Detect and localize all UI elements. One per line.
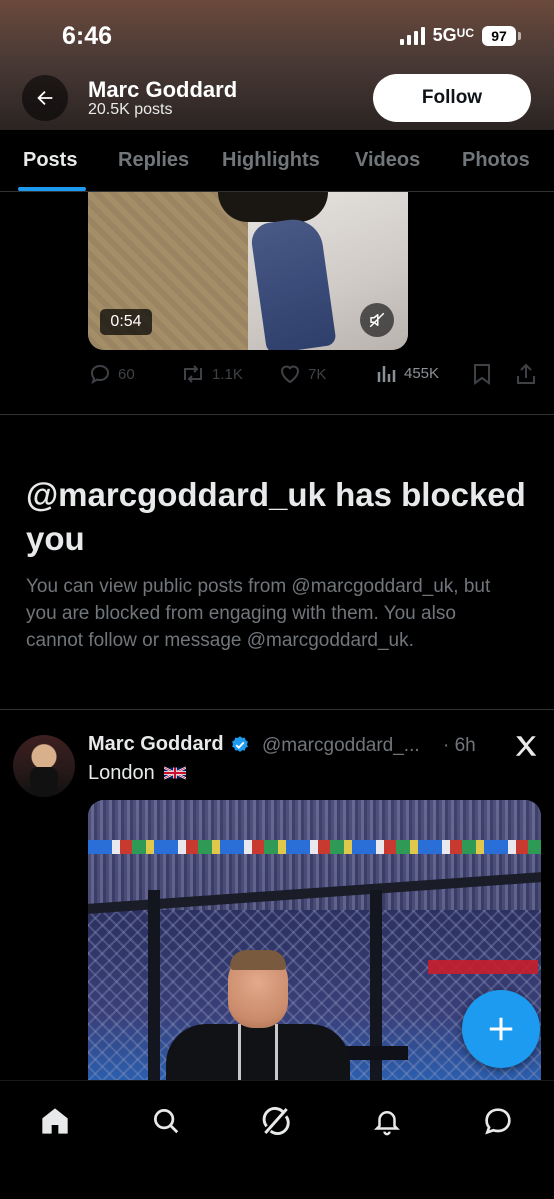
bookmark-icon bbox=[474, 364, 490, 385]
views-count: 455K bbox=[404, 364, 440, 382]
blocked-title: @marcgoddard_uk has blocked you bbox=[26, 476, 526, 557]
tab-highlights[interactable]: Highlights bbox=[222, 149, 320, 172]
messages-icon bbox=[485, 1108, 511, 1135]
tab-posts[interactable]: Posts bbox=[23, 149, 77, 172]
mute-button[interactable] bbox=[360, 303, 394, 337]
like-button[interactable]: 7K bbox=[278, 362, 326, 386]
share-icon bbox=[517, 363, 535, 384]
notifications-icon bbox=[373, 1111, 401, 1136]
repost-button[interactable]: 1.1K bbox=[180, 362, 243, 386]
post-author-name: Marc Goddard bbox=[88, 733, 224, 755]
home-icon bbox=[42, 1108, 68, 1134]
heart-icon bbox=[280, 365, 300, 384]
avatar[interactable] bbox=[13, 735, 75, 797]
speaker-muted-icon bbox=[369, 312, 385, 328]
profile-tabs: Posts Replies Highlights Videos Photos bbox=[0, 130, 554, 192]
profile-name: Marc Goddard bbox=[88, 77, 238, 102]
profile-posts-count: 20.5K posts bbox=[88, 101, 173, 118]
active-tab-indicator bbox=[18, 187, 86, 191]
tab-videos[interactable]: Videos bbox=[355, 149, 420, 172]
battery-icon: 97 bbox=[482, 25, 521, 46]
tab-replies[interactable]: Replies bbox=[118, 149, 189, 172]
reply-icon bbox=[90, 364, 110, 385]
signal-icon bbox=[399, 26, 425, 45]
nav-home[interactable] bbox=[37, 1103, 73, 1139]
divider bbox=[0, 709, 554, 710]
video-duration-badge: 0:54 bbox=[100, 309, 152, 335]
nav-grok[interactable] bbox=[258, 1103, 294, 1139]
video-post-actions: 60 1.1K 7K 455K bbox=[0, 362, 554, 390]
search-icon bbox=[154, 1109, 179, 1134]
bottom-navigation bbox=[0, 1080, 554, 1199]
views-chart-icon bbox=[377, 366, 396, 382]
blocked-description: You can view public posts from @marcgodd… bbox=[26, 576, 491, 651]
arrow-left-icon bbox=[37, 90, 53, 106]
nav-notifications[interactable] bbox=[369, 1103, 405, 1139]
network-label: 5GUC bbox=[432, 25, 474, 45]
repost-count: 1.1K bbox=[212, 365, 243, 383]
plus-icon bbox=[489, 1017, 513, 1041]
x-logo-icon[interactable] bbox=[513, 733, 539, 764]
share-button[interactable] bbox=[515, 362, 537, 386]
post-timestamp: · 6h bbox=[443, 735, 476, 756]
status-indicators: 5GUC 97 bbox=[399, 25, 521, 46]
back-button[interactable] bbox=[22, 75, 68, 121]
divider bbox=[0, 414, 554, 415]
repost-icon bbox=[184, 365, 202, 383]
post-handle: @marcgoddard_... bbox=[262, 735, 420, 756]
uk-flag-icon bbox=[164, 766, 187, 780]
tab-photos[interactable]: Photos bbox=[462, 149, 530, 172]
nav-search[interactable] bbox=[148, 1103, 184, 1139]
post-text: London bbox=[88, 762, 187, 785]
bookmark-button[interactable] bbox=[472, 362, 492, 386]
nav-messages[interactable] bbox=[480, 1103, 516, 1139]
grok-icon bbox=[262, 1107, 290, 1135]
views-button[interactable]: 455K bbox=[376, 362, 439, 384]
verified-badge-icon bbox=[231, 735, 248, 752]
reply-count: 60 bbox=[118, 365, 135, 383]
like-count: 7K bbox=[308, 365, 327, 383]
compose-post-button[interactable] bbox=[462, 990, 540, 1068]
status-bar: 6:46 5GUC 97 bbox=[0, 0, 554, 70]
status-time: 6:46 bbox=[62, 22, 113, 50]
reply-button[interactable]: 60 bbox=[88, 362, 135, 386]
post-author[interactable]: Marc Goddard bbox=[88, 733, 250, 756]
post-text-content: London bbox=[88, 762, 155, 784]
follow-button[interactable]: Follow bbox=[373, 74, 531, 122]
